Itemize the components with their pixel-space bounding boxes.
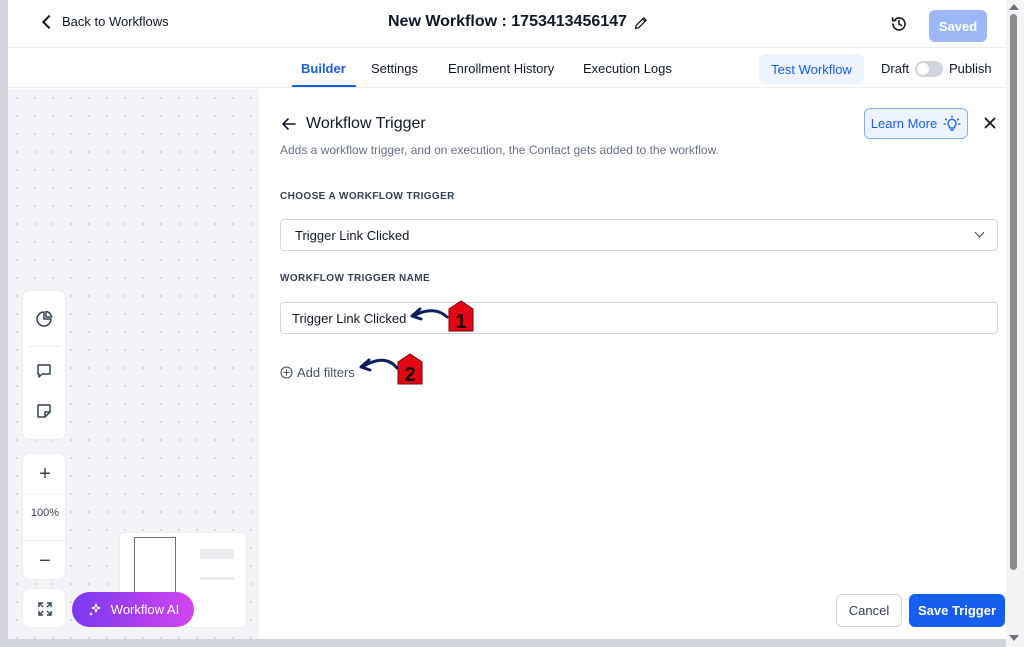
publish-toggle[interactable] bbox=[915, 61, 943, 77]
add-filters-label: Add filters bbox=[297, 365, 355, 380]
tabs-bar: Builder Settings Enrollment History Exec… bbox=[8, 48, 1006, 88]
annotation-marker-1: 1 bbox=[410, 300, 474, 333]
pie-chart-icon[interactable] bbox=[34, 309, 54, 329]
annotation-marker-2: 2 bbox=[359, 353, 423, 386]
divider bbox=[23, 494, 67, 495]
zoom-out-button[interactable]: − bbox=[23, 541, 67, 581]
expand-icon bbox=[38, 602, 52, 616]
annotation-number-2: 2 bbox=[404, 364, 415, 386]
lightbulb-icon bbox=[943, 114, 961, 131]
trigger-name-input[interactable] bbox=[280, 302, 998, 334]
zoom-in-button[interactable]: + bbox=[23, 454, 67, 494]
saved-button[interactable]: Saved bbox=[929, 10, 987, 42]
annotation-number-1: 1 bbox=[455, 311, 466, 333]
close-icon[interactable] bbox=[982, 115, 998, 131]
history-icon[interactable] bbox=[890, 15, 908, 33]
page-scrollbar[interactable] bbox=[1006, 0, 1024, 647]
chevron-down-icon bbox=[974, 227, 985, 238]
workflow-canvas[interactable]: + 100% − Workflow AI bbox=[8, 89, 259, 639]
minimap-node bbox=[200, 549, 234, 559]
save-trigger-button[interactable]: Save Trigger bbox=[909, 594, 1005, 627]
canvas-tools-panel bbox=[22, 290, 66, 440]
tab-settings[interactable]: Settings bbox=[371, 61, 418, 76]
divider bbox=[29, 346, 61, 347]
zoom-controls: + 100% − bbox=[22, 453, 67, 581]
choose-trigger-label: CHOOSE A WORKFLOW TRIGGER bbox=[280, 191, 455, 202]
toggle-knob bbox=[917, 63, 929, 75]
plus-circle-icon bbox=[280, 366, 293, 379]
comment-icon[interactable] bbox=[34, 361, 54, 381]
back-to-workflows-link[interactable]: Back to Workflows bbox=[40, 14, 169, 29]
pencil-icon[interactable] bbox=[633, 15, 649, 31]
tab-builder[interactable]: Builder bbox=[301, 61, 346, 76]
sparkle-icon bbox=[88, 602, 101, 616]
trigger-select[interactable]: Trigger Link Clicked bbox=[280, 219, 998, 251]
zoom-level: 100% bbox=[30, 507, 60, 519]
add-filters-button[interactable]: Add filters bbox=[280, 365, 355, 380]
app-window: Back to Workflows New Workflow : 1753413… bbox=[8, 0, 1006, 639]
tab-enrollment-history[interactable]: Enrollment History bbox=[448, 61, 554, 76]
cancel-button[interactable]: Cancel bbox=[836, 594, 902, 627]
learn-more-label: Learn More bbox=[870, 116, 938, 131]
tab-execution-logs[interactable]: Execution Logs bbox=[583, 61, 672, 76]
workflow-ai-button[interactable]: Workflow AI bbox=[72, 592, 194, 627]
fit-view-button[interactable] bbox=[22, 588, 66, 628]
sticky-note-icon[interactable] bbox=[34, 401, 54, 421]
active-tab-indicator bbox=[292, 85, 356, 87]
workflow-ai-label: Workflow AI bbox=[110, 602, 180, 617]
scrollbar-thumb[interactable] bbox=[1010, 14, 1017, 570]
drawer-title: Workflow Trigger bbox=[306, 115, 426, 132]
drawer-subtitle: Adds a workflow trigger, and on executio… bbox=[280, 143, 719, 157]
minimap-node bbox=[200, 577, 234, 580]
top-header: Back to Workflows New Workflow : 1753413… bbox=[8, 0, 1006, 48]
chevron-left-icon bbox=[41, 14, 57, 29]
scroll-down-arrow-icon[interactable] bbox=[1009, 635, 1019, 641]
scroll-up-arrow-icon[interactable] bbox=[1009, 4, 1019, 10]
draft-label: Draft bbox=[881, 61, 910, 76]
publish-label: Publish bbox=[949, 61, 992, 76]
arrow-left-icon[interactable] bbox=[281, 116, 297, 132]
trigger-name-label: WORKFLOW TRIGGER NAME bbox=[280, 273, 431, 284]
trigger-select-value: Trigger Link Clicked bbox=[295, 228, 410, 243]
back-link-label: Back to Workflows bbox=[62, 14, 169, 29]
trigger-drawer: Workflow Trigger Adds a workflow trigger… bbox=[259, 89, 1006, 639]
learn-more-button[interactable]: Learn More bbox=[864, 108, 968, 139]
workflow-title: New Workflow : 1753413456147 bbox=[388, 13, 627, 30]
test-workflow-button[interactable]: Test Workflow bbox=[759, 54, 864, 84]
